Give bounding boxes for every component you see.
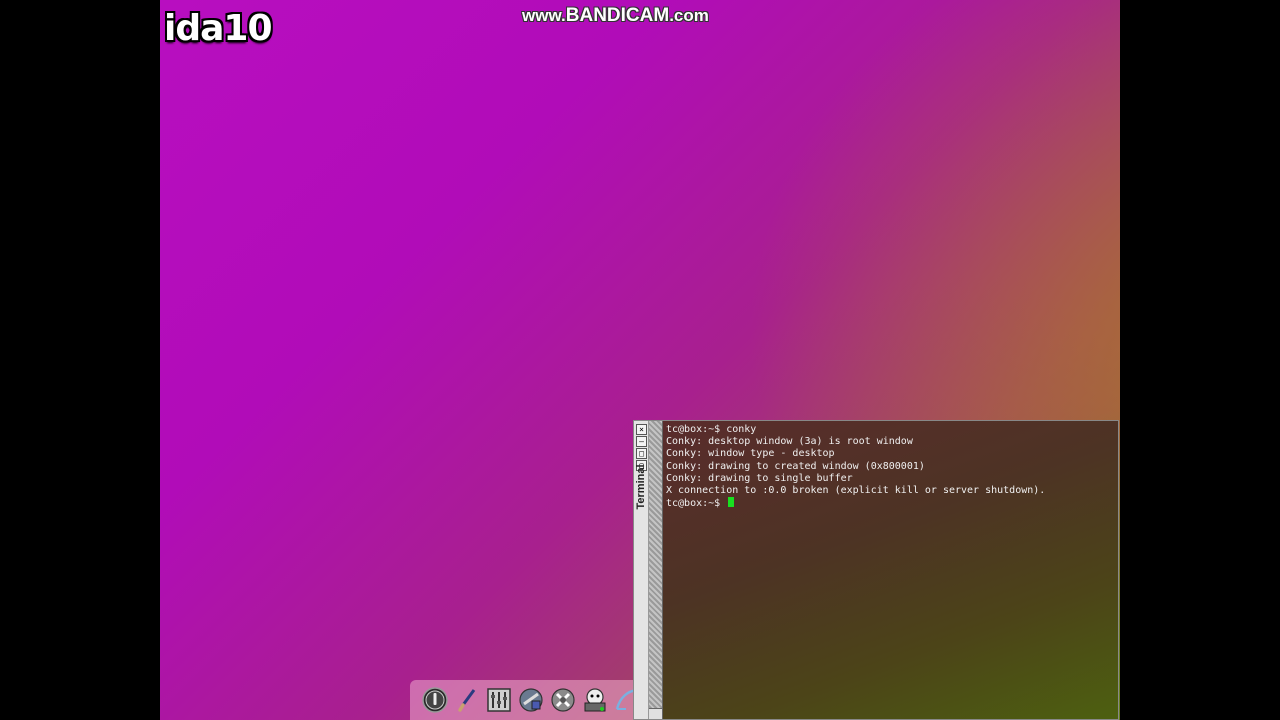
mount-tool-icon[interactable] [581,687,608,714]
screen-frame: ida10 www.BANDICAM.com × – □ ▢ Terminal … [0,0,1280,720]
apps-browser-icon[interactable] [518,687,545,714]
desktop[interactable]: ida10 www.BANDICAM.com × – □ ▢ Terminal … [160,0,1120,720]
channel-watermark: ida10 [164,8,272,49]
watermark-brand: BANDICAM [565,5,670,26]
terminal-scrollbar[interactable] [649,421,663,719]
terminal-line: Conky: drawing to created window (0x8000… [666,460,925,472]
terminal-output[interactable]: tc@box:~$ conky Conky: desktop window (3… [663,421,1118,719]
terminal-line: Conky: desktop window (3a) is root windo… [666,436,913,448]
wbar-dock [410,680,640,720]
watermark-suffix: .com [669,6,709,25]
control-panel-icon[interactable] [486,687,513,714]
power-icon[interactable] [422,687,449,714]
terminal-titlebar[interactable]: × – □ ▢ Terminal [634,421,649,719]
settings-wrench-icon[interactable] [549,687,576,714]
watermark-prefix: www. [522,6,566,25]
text-cursor [728,497,735,508]
terminal-line: Conky: window type - desktop [666,448,835,460]
terminal-prompt-line[interactable]: tc@box:~$ [666,497,1118,510]
terminal-window[interactable]: × – □ ▢ Terminal tc@box:~$ conky Conky: … [633,420,1119,720]
scrollbar-thumb[interactable] [649,708,662,719]
minimize-button[interactable]: – [636,436,647,447]
window-title: Terminal [635,464,647,510]
terminal-line: Conky: drawing to single buffer [666,472,853,484]
maximize-button[interactable]: □ [636,448,647,459]
terminal-line: tc@box:~$ conky [666,424,757,435]
close-button[interactable]: × [636,424,647,435]
paintbrush-icon[interactable] [454,687,481,714]
terminal-prompt: tc@box:~$ [666,498,727,510]
terminal-line: X connection to :0.0 broken (explicit ki… [666,485,1046,497]
bandicam-watermark: www.BANDICAM.com [522,5,709,27]
